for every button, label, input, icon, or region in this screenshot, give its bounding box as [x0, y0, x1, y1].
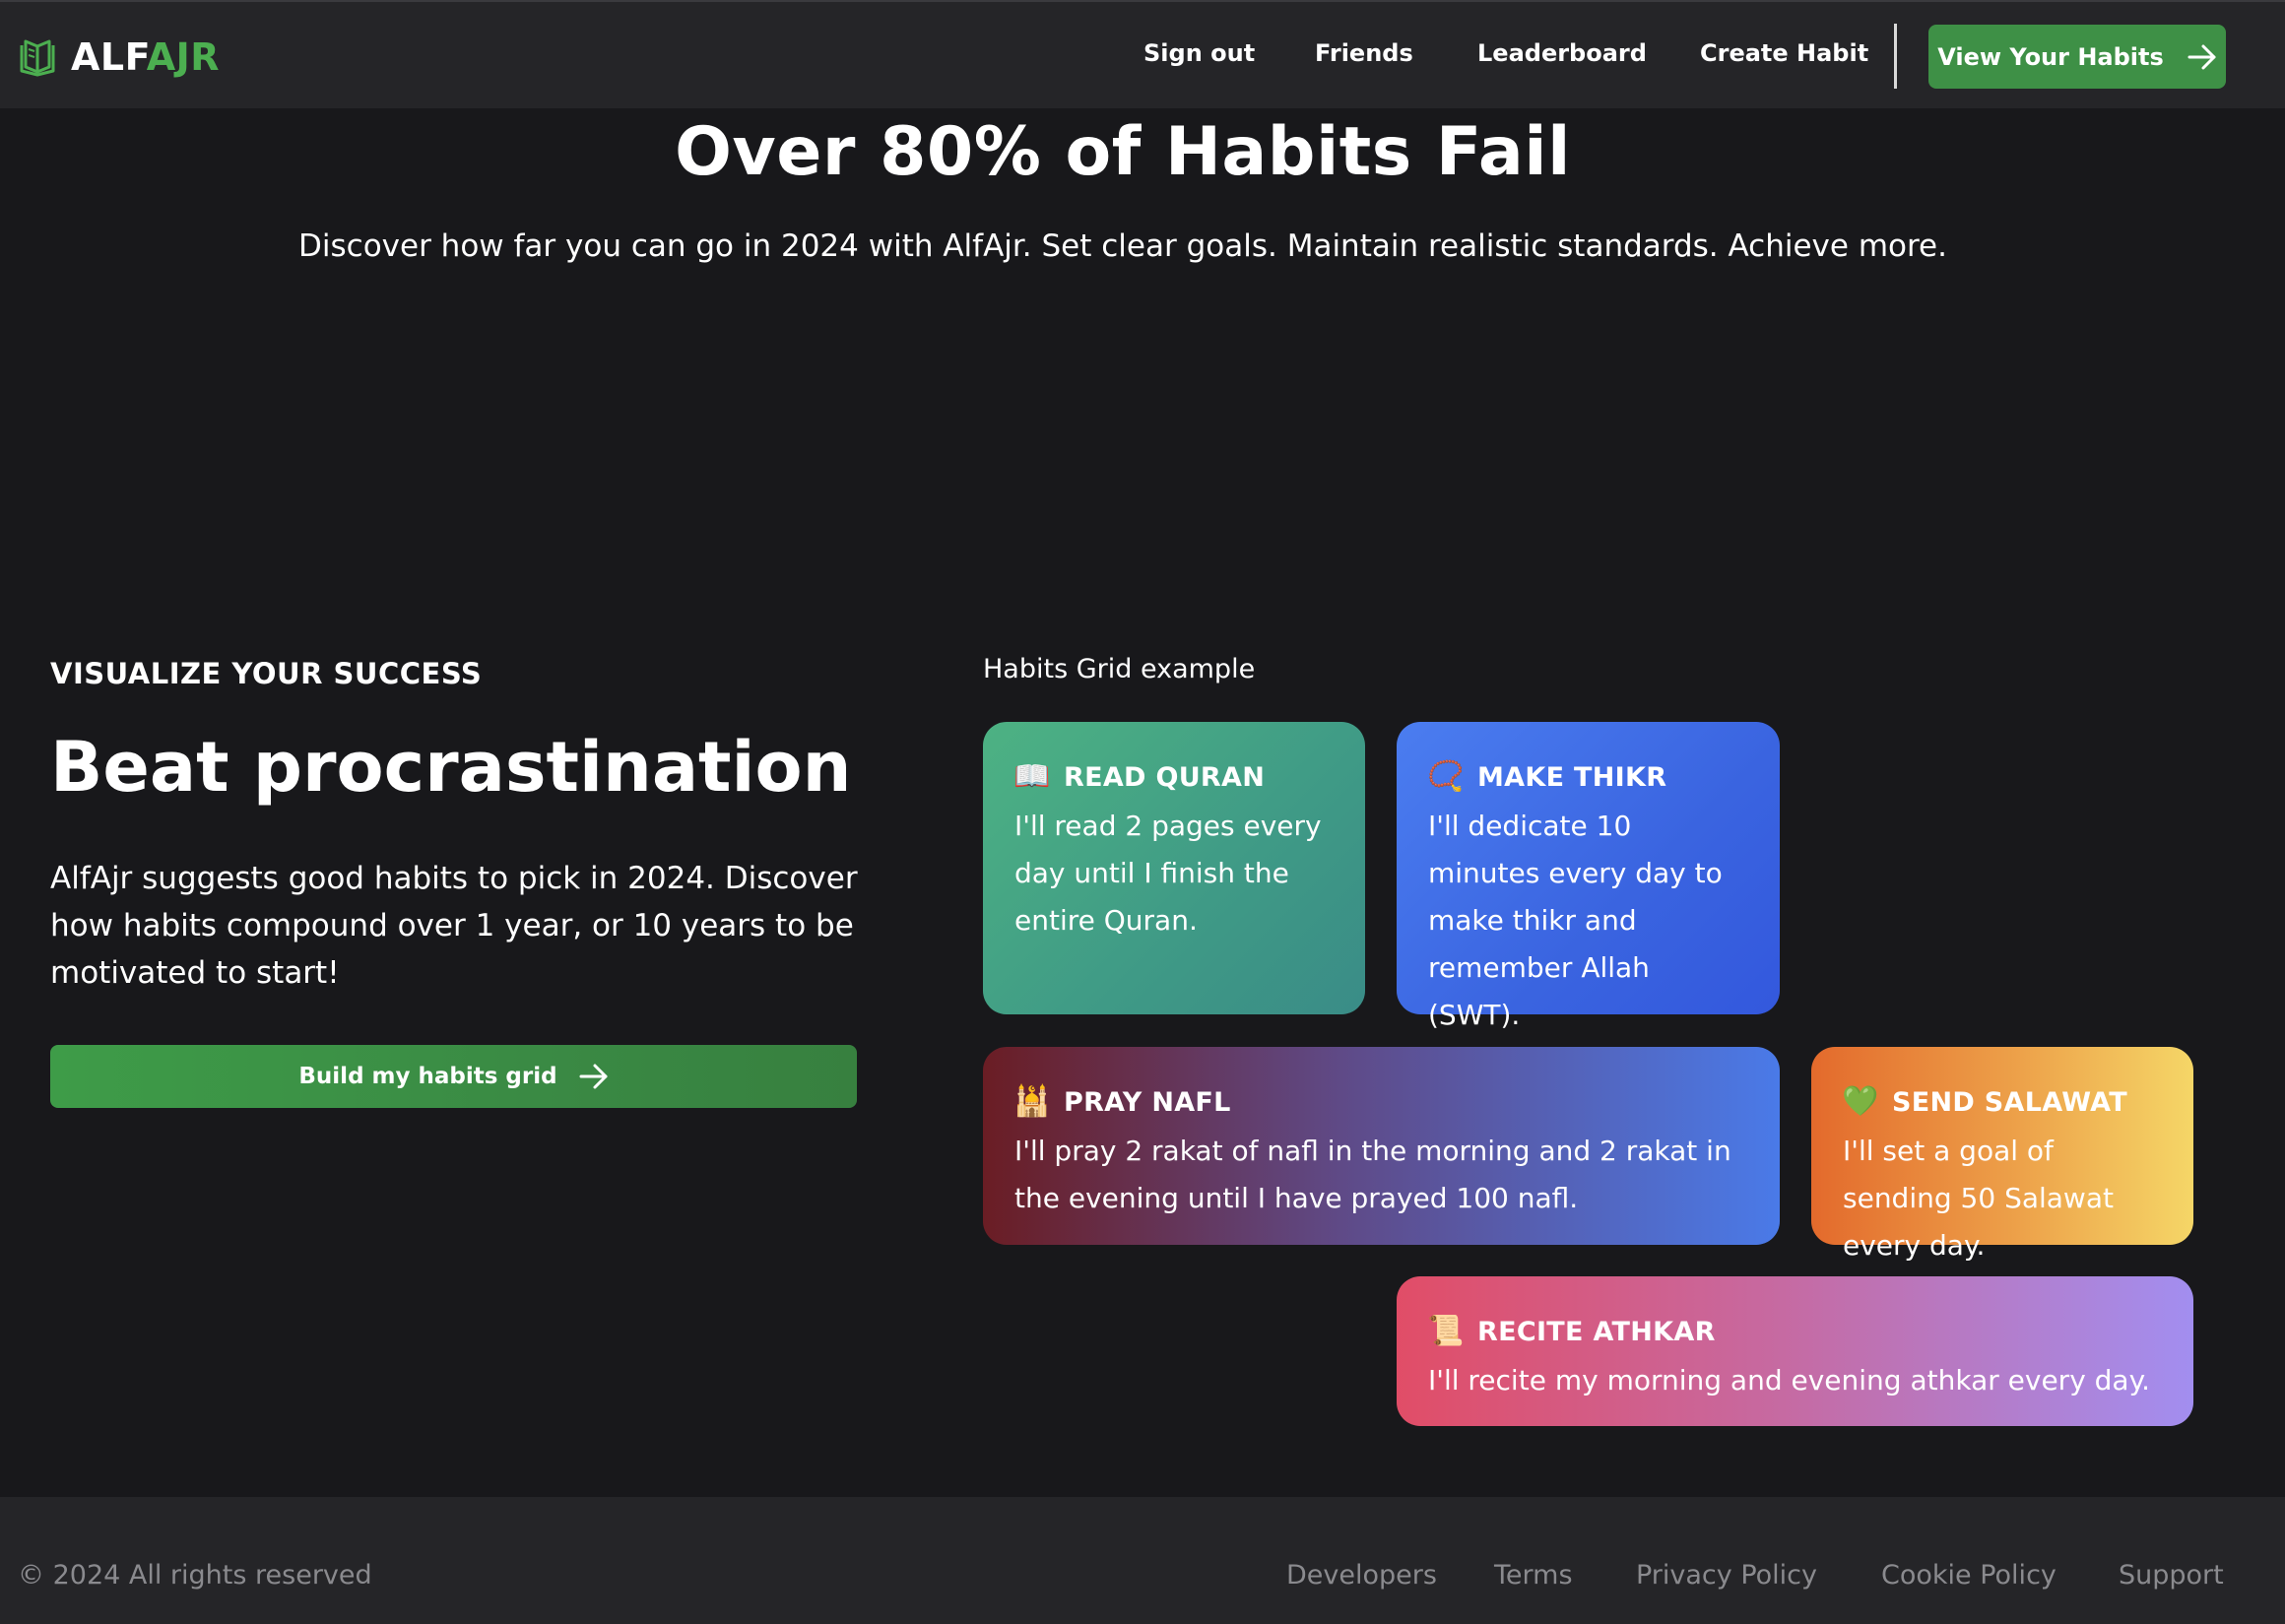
nav-leaderboard[interactable]: Leaderboard	[1477, 39, 1647, 67]
section-eyebrow: VISUALIZE YOUR SUCCESS	[50, 657, 483, 690]
arrow-right-icon	[579, 1063, 609, 1090]
habit-card-read-quran[interactable]: 📖 READ QURAN I'll read 2 pages every day…	[983, 722, 1365, 1014]
footer-link-terms[interactable]: Terms	[1494, 1560, 1573, 1591]
green-heart-icon: 💚	[1842, 1084, 1879, 1119]
habit-card-text: I'll set a goal of sending 50 Salawat ev…	[1843, 1135, 2114, 1262]
habit-card-title: MAKE THIKR	[1477, 761, 1667, 793]
habit-card-text: I'll recite my morning and evening athka…	[1428, 1364, 2151, 1397]
view-your-habits-label: View Your Habits	[1937, 42, 2164, 71]
footer-link-developers[interactable]: Developers	[1286, 1560, 1437, 1591]
habit-card-title: READ QURAN	[1064, 761, 1266, 793]
habit-card-text: I'll pray 2 rakat of nafl in the morning…	[1014, 1135, 1731, 1214]
hero-title: Over 80% of Habits Fail	[675, 113, 1571, 191]
habit-card-send-salawat[interactable]: 💚 SEND SALAWAT I'll set a goal of sendin…	[1811, 1047, 2193, 1262]
footer-link-support[interactable]: Support	[2119, 1560, 2224, 1591]
logo-text: ALFAJR	[71, 35, 221, 79]
scroll-icon: 📜	[1427, 1314, 1465, 1348]
nav-create-habit[interactable]: Create Habit	[1700, 39, 1868, 67]
habit-card-title: RECITE ATHKAR	[1477, 1316, 1716, 1347]
logo[interactable]: ALFAJR	[18, 35, 220, 79]
nav-divider	[1894, 24, 1897, 89]
mosque-icon: 🕌	[1013, 1084, 1051, 1119]
prayer-beads-icon: 📿	[1427, 759, 1465, 794]
section-heading: Beat procrastination	[50, 727, 852, 808]
footer-link-privacy-policy[interactable]: Privacy Policy	[1636, 1560, 1817, 1591]
habit-card-title: PRAY NAFL	[1064, 1086, 1231, 1118]
nav-friends[interactable]: Friends	[1315, 39, 1413, 67]
hero-subtitle: Discover how far you can go in 2024 with…	[298, 228, 1947, 264]
open-book-icon	[18, 37, 57, 77]
habit-card-pray-nafl[interactable]: 🕌 PRAY NAFL I'll pray 2 rakat of nafl in…	[983, 1047, 1780, 1245]
arrow-right-icon	[2187, 43, 2217, 71]
top-navbar: ALFAJR Sign out Friends Leaderboard Crea…	[0, 0, 2285, 108]
habit-card-text: I'll dedicate 10 minutes every day to ma…	[1428, 810, 1723, 1031]
build-habits-grid-label: Build my habits grid	[298, 1064, 557, 1089]
habits-grid-label: Habits Grid example	[983, 654, 1256, 684]
habit-card-make-thikr[interactable]: 📿 MAKE THIKR I'll dedicate 10 minutes ev…	[1397, 722, 1780, 1031]
habit-card-title: SEND SALAWAT	[1892, 1086, 2127, 1118]
footer: © 2024 All rights reserved Developers Te…	[0, 1497, 2285, 1624]
section-description: AlfAjr suggests good habits to pick in 2…	[50, 861, 858, 991]
habit-card-text: I'll read 2 pages every day until I fini…	[1014, 810, 1322, 937]
nav-sign-out[interactable]: Sign out	[1143, 39, 1255, 67]
build-habits-grid-button[interactable]: Build my habits grid	[50, 1045, 857, 1108]
view-your-habits-button[interactable]: View Your Habits	[1928, 25, 2226, 89]
book-icon: 📖	[1013, 759, 1051, 794]
footer-link-cookie-policy[interactable]: Cookie Policy	[1881, 1560, 2056, 1591]
copyright-text: © 2024 All rights reserved	[18, 1560, 372, 1591]
habit-card-recite-athkar[interactable]: 📜 RECITE ATHKAR I'll recite my morning a…	[1397, 1276, 2193, 1426]
